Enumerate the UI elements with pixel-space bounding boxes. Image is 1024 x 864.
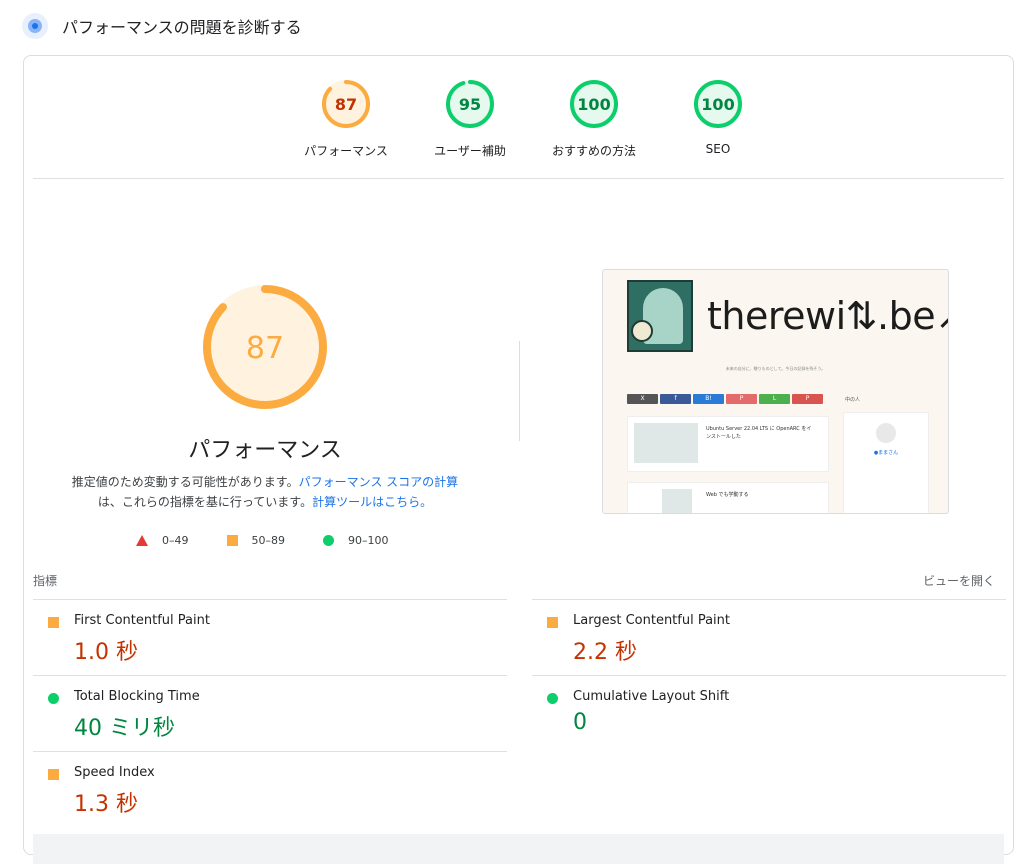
average-square-icon: [48, 617, 59, 628]
page-screenshot[interactable]: therewi⇅.be↗ 未来の自分に、贈りものとして。今日の記録を残そう。 X…: [602, 269, 949, 514]
post-card-2: Web でも学動する: [627, 482, 829, 513]
report-card: 87 パフォーマンス 95 ユーザー補助 100 おすすめの方法 100 SEO…: [23, 55, 1014, 864]
share-line-button: L: [759, 394, 790, 404]
gauge-label: ユーザー補助: [434, 144, 506, 158]
gauge-performance-ring: 87: [322, 80, 370, 128]
performance-heading: パフォーマンス: [188, 438, 342, 463]
share-hatena-button: B!: [693, 394, 724, 404]
share-pocket-button: P: [726, 394, 757, 404]
post-title: Web でも学動する: [706, 492, 749, 498]
metric-tbt: Total Blocking Time 40 ミリ秒: [33, 675, 507, 751]
average-square-icon: [547, 617, 558, 628]
profile-avatar: [876, 423, 896, 443]
desc-text-2: は、これらの指標を基に行っています。: [97, 495, 313, 509]
legend-average-label: 50–89: [251, 534, 286, 547]
legend-good-label: 90–100: [348, 534, 389, 547]
metric-value: 0: [573, 710, 587, 735]
metric-title: Largest Contentful Paint: [573, 613, 731, 628]
gauge-label: SEO: [705, 142, 731, 156]
metrics-heading: 指標: [33, 574, 58, 588]
post-thumbnail: [662, 489, 692, 513]
gauge-score: 95: [459, 95, 481, 114]
site-logo-illustration: [627, 280, 693, 352]
calculator-link[interactable]: 計算ツールはこちら。: [312, 495, 432, 509]
legend-poor: 0–49: [136, 534, 189, 547]
metric-title: Speed Index: [74, 765, 155, 780]
circle-icon: [323, 535, 334, 546]
square-icon: [226, 535, 238, 546]
legend-average: 50–89: [226, 534, 286, 547]
gauge-accessibility[interactable]: 95 ユーザー補助: [408, 78, 532, 159]
metric-value: 1.3 秒: [74, 792, 138, 817]
gauge-label: おすすめの方法: [551, 144, 636, 158]
average-square-icon: [48, 769, 59, 780]
legend-poor-label: 0–49: [162, 534, 189, 547]
metric-speed-index: Speed Index 1.3 秒: [33, 751, 507, 827]
gauge-accessibility-ring: 95: [446, 80, 494, 128]
performance-gauge-large: 87: [203, 285, 327, 409]
gauge-score: 100: [701, 95, 734, 114]
gauge-seo-ring: 100: [694, 80, 742, 128]
gauge-best-practices[interactable]: 100 おすすめの方法: [532, 78, 656, 159]
category-gauges: 87 パフォーマンス 95 ユーザー補助 100 おすすめの方法 100 SEO: [284, 78, 780, 159]
metric-cls: Cumulative Layout Shift 0: [532, 675, 1006, 751]
share-facebook-button: f: [660, 394, 691, 404]
good-circle-icon: [48, 693, 59, 704]
profile-widget: ●ままさん: [843, 412, 929, 513]
site-logo-text: therewi⇅.be↗: [707, 294, 949, 338]
metric-value: 2.2 秒: [573, 640, 637, 665]
metric-title: Total Blocking Time: [74, 689, 200, 704]
gauge-seo[interactable]: 100 SEO: [656, 78, 780, 159]
gauge-performance[interactable]: 87 パフォーマンス: [284, 78, 408, 159]
post-title: Ubuntu Server 22.04 LTS に OpenARC をインストー…: [706, 426, 812, 440]
score-description: 推定値のため変動する可能性があります。パフォーマンス スコアの計算 は、これらの…: [44, 472, 486, 512]
metric-title: Cumulative Layout Shift: [573, 689, 730, 704]
section-title: パフォーマンスの問題を診断する: [62, 18, 302, 37]
big-gauge-score: 87: [246, 331, 284, 366]
expand-view-toggle[interactable]: ビューを開く: [923, 572, 995, 589]
post-card-1: Ubuntu Server 22.04 LTS に OpenARC をインストー…: [627, 416, 829, 472]
sidebar-heading: 中の人: [845, 397, 861, 403]
share-buttons: X f B! P L P: [627, 394, 825, 404]
gauge-label: パフォーマンス: [304, 144, 388, 158]
vertical-divider: [519, 341, 520, 441]
score-calc-link[interactable]: パフォーマンス スコアの計算: [299, 475, 459, 489]
score-legend: 0–49 50–89 90–100: [136, 534, 427, 547]
gauge-best-practices-ring: 100: [570, 80, 618, 128]
metric-title: First Contentful Paint: [74, 613, 210, 628]
section-header: パフォーマンスの問題を診断する: [22, 12, 302, 40]
header-divider: [33, 178, 1004, 179]
post-thumbnail: [634, 423, 698, 463]
profile-name: ●ままさん: [873, 450, 899, 456]
desc-text-1: 推定値のため変動する可能性があります。: [71, 475, 299, 489]
gauge-score: 100: [577, 95, 610, 114]
triangle-icon: [136, 535, 148, 546]
gauge-score: 87: [335, 95, 357, 114]
share-pinterest-button: P: [792, 394, 823, 404]
metric-lcp: Largest Contentful Paint 2.2 秒: [532, 599, 1006, 675]
metric-fcp: First Contentful Paint 1.0 秒: [33, 599, 507, 675]
legend-good: 90–100: [323, 534, 389, 547]
good-circle-icon: [547, 693, 558, 704]
share-x-button: X: [627, 394, 658, 404]
bottom-strip: [33, 834, 1004, 864]
metric-value: 40 ミリ秒: [74, 716, 175, 741]
metric-value: 1.0 秒: [74, 640, 138, 665]
site-tagline: 未来の自分に、贈りものとして。今日の記録を残そう。: [725, 366, 826, 371]
lighthouse-icon: [22, 13, 48, 39]
